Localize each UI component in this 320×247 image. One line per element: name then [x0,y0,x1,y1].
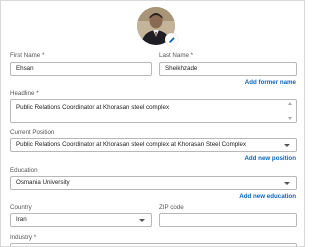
zip-code-field[interactable] [159,213,297,227]
last-name-label: Last Name * [159,52,194,59]
current-position-select[interactable]: Public Relations Coordinator at Khorasan… [10,138,297,152]
zip-code-label: ZIP code [159,204,184,211]
add-new-education-link[interactable]: Add new education [239,193,296,200]
current-position-label: Current Position [10,129,55,136]
industry-label: Industry * [10,234,37,241]
scroll-up-icon[interactable] [288,102,292,105]
pencil-icon [168,36,175,43]
headline-textarea[interactable]: Public Relations Coordinator at Khorasan… [10,99,297,123]
industry-field[interactable] [10,243,297,246]
first-name-label: First Name * [10,52,45,59]
edit-intro-form: First Name * Ehsan Last Name * Sheikhzad… [0,0,305,247]
first-name-field[interactable]: Ehsan [10,62,152,76]
education-label: Education [10,167,38,174]
education-select[interactable]: Osmania University [10,176,297,190]
headline-text: Public Relations Coordinator at Khorasan… [16,104,170,111]
country-label: Country [10,204,32,211]
add-former-name-link[interactable]: Add former name [245,79,296,86]
headline-label: Headline * [10,90,39,97]
headline-scrollbar[interactable] [287,102,293,120]
edit-photo-button[interactable] [165,33,178,46]
add-new-position-link[interactable]: Add new position [244,155,296,162]
country-select[interactable]: Iran [10,213,152,227]
scroll-down-icon[interactable] [288,117,292,120]
last-name-field[interactable]: Sheikhzade [159,62,297,76]
avatar[interactable] [137,7,178,46]
